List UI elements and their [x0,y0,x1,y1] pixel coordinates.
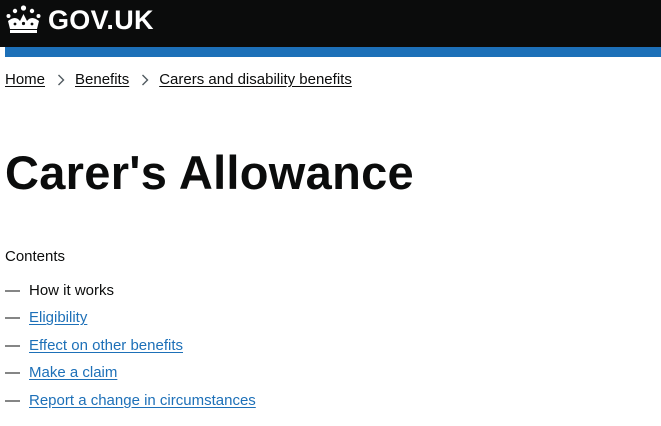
site-header: GOV.UK [0,0,661,47]
page-title: Carer's Allowance [5,146,414,199]
contents-dash: — [5,364,20,382]
contents-item-report-a-change: — Report a change in circumstances [5,387,256,415]
contents-dash: — [5,281,20,299]
crown-icon [6,5,41,33]
logo-text: GOV.UK [48,5,154,35]
contents-link-effect-on-other-benefits[interactable]: Effect on other benefits [29,336,183,356]
breadcrumb: Home Benefits Carers and disability bene… [5,70,352,90]
govuk-logo-link[interactable]: GOV.UK [5,4,154,36]
header-accent-bar [5,47,661,57]
chevron-right-icon [142,74,149,86]
contents-dash: — [5,336,20,354]
contents-link-report-a-change[interactable]: Report a change in circumstances [29,391,256,411]
contents-dash: — [5,391,20,409]
contents-current-label: How it works [29,281,115,299]
breadcrumb-carers-link[interactable]: Carers and disability benefits [159,70,352,90]
contents-link-make-a-claim[interactable]: Make a claim [29,363,117,383]
breadcrumb-home-link[interactable]: Home [5,70,45,90]
chevron-right-icon [58,74,65,86]
contents-item-how-it-works: — How it works [5,277,256,305]
contents-dash: — [5,309,20,327]
contents-item-eligibility: — Eligibility [5,305,256,333]
contents-item-effect-on-other-benefits: — Effect on other benefits [5,332,256,360]
contents-list: — How it works — Eligibility — Effect on… [5,277,256,415]
contents-item-make-a-claim: — Make a claim [5,360,256,388]
contents-heading: Contents [5,248,66,265]
breadcrumb-benefits-link[interactable]: Benefits [75,70,129,90]
contents-link-eligibility[interactable]: Eligibility [29,308,87,328]
